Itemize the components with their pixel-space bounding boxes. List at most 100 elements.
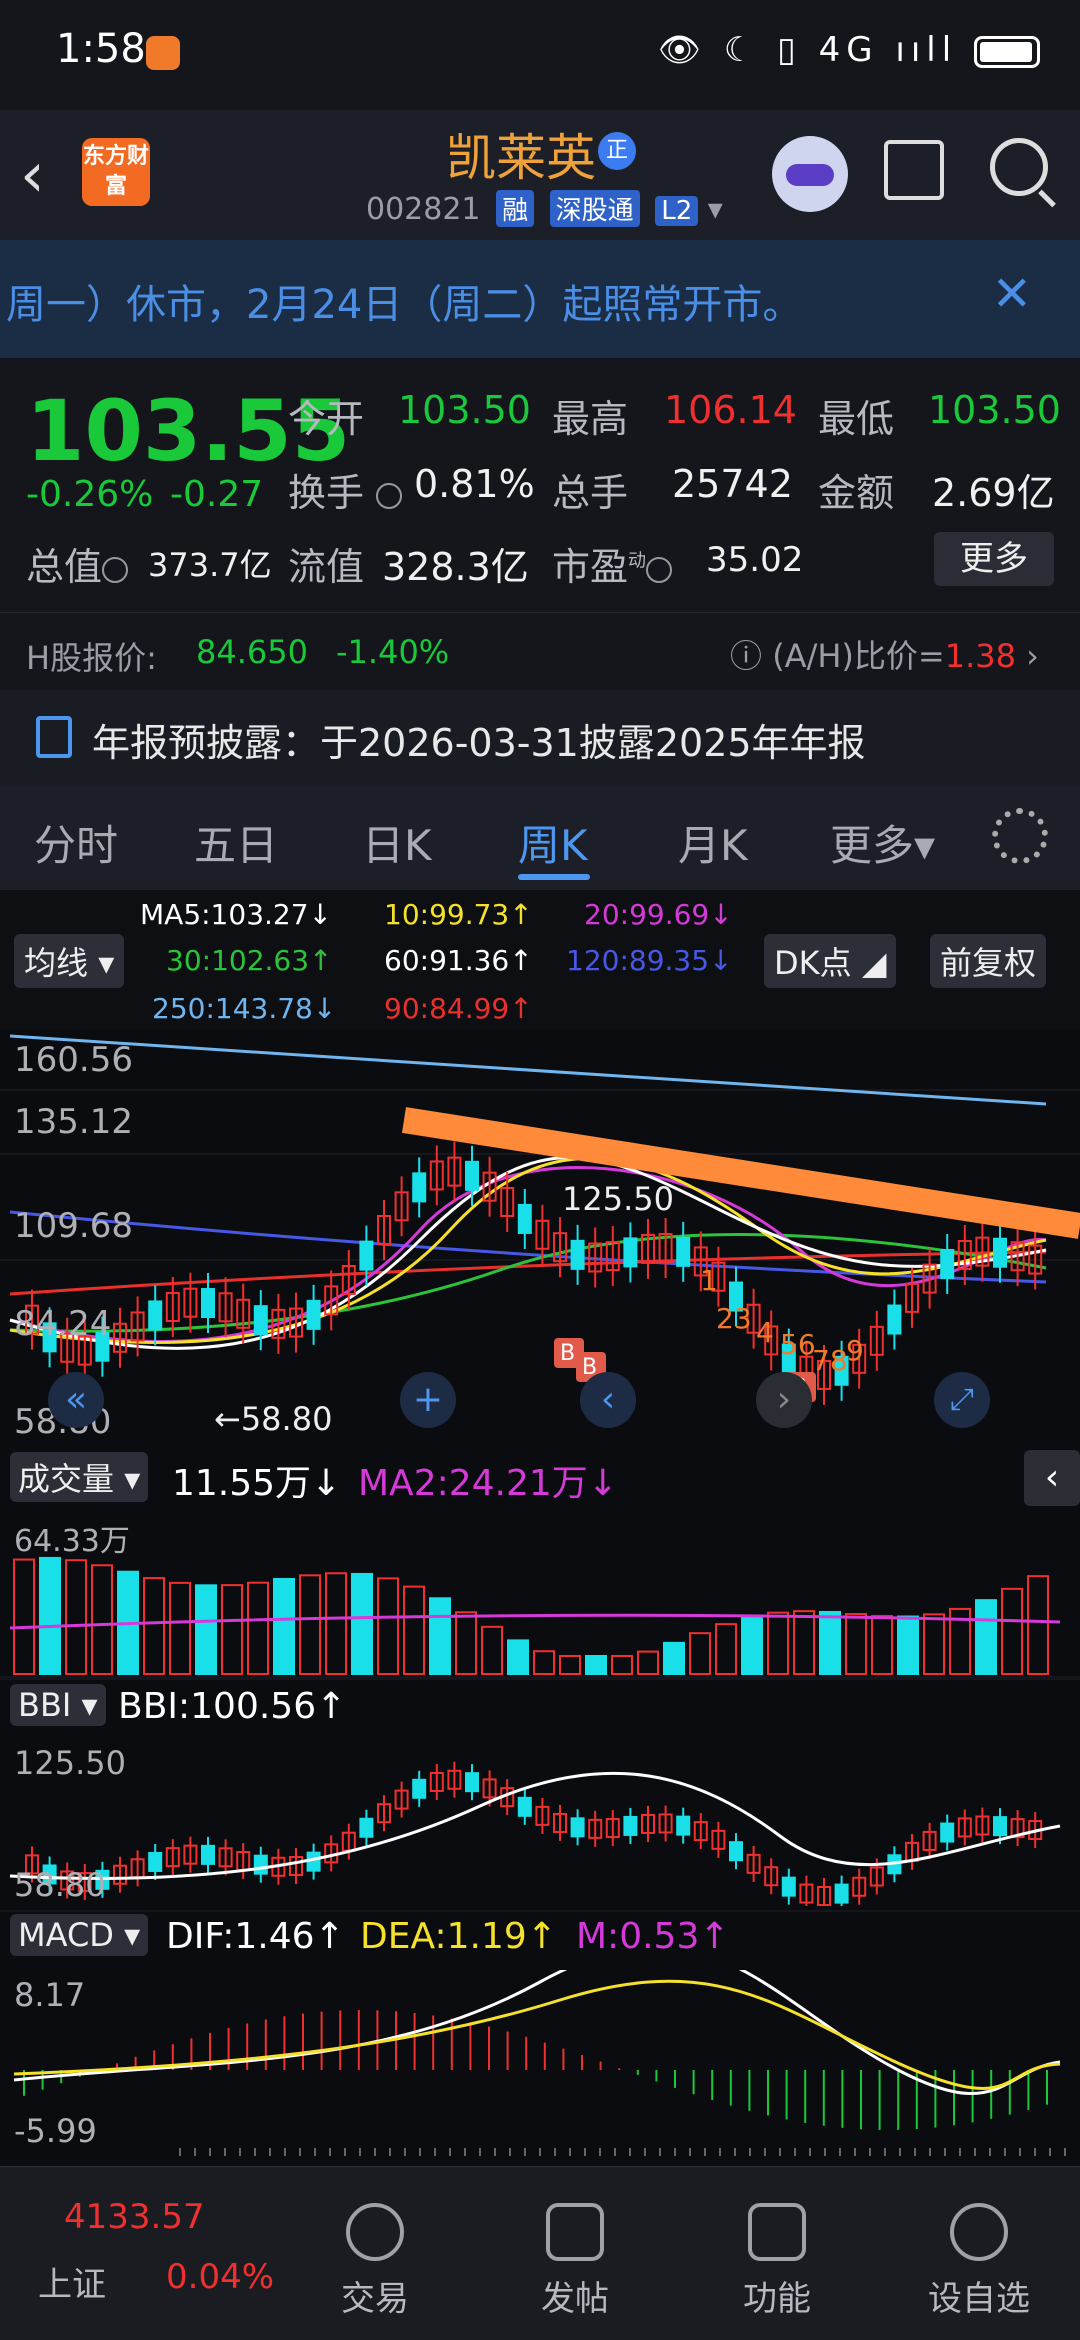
volume-bar [611, 1655, 633, 1675]
next-icon[interactable]: › [756, 1372, 812, 1428]
close-icon[interactable]: ✕ [992, 266, 1032, 322]
kline-chart[interactable]: 123456789BBB 160.56 135.12 109.68 84.24 … [0, 1030, 1080, 1450]
volume-bar [403, 1585, 425, 1675]
volume-bar [715, 1623, 737, 1676]
bottom-nav: 4133.57 上证 0.04% 交易 发帖 功能 设自选 [0, 2166, 1080, 2340]
dk-point-label: DK点 [774, 944, 852, 982]
label-turnover-text: 换手 [288, 471, 365, 515]
zheng-badge[interactable]: 正 [598, 132, 636, 170]
volume-bar [1027, 1575, 1049, 1675]
tag-margin: 融 [496, 190, 535, 227]
forward-adjust-button[interactable]: 前复权 [930, 934, 1047, 988]
volume-indicator-button[interactable]: 成交量 ▾ [10, 1452, 149, 1502]
ma30-value: 30:102.63↑ [166, 944, 333, 977]
prev-icon[interactable]: ‹ [580, 1372, 636, 1428]
volume-bar [377, 1577, 399, 1675]
tab-more[interactable]: 更多▾ [830, 812, 935, 873]
value-market-cap: 373.7亿 [148, 546, 272, 584]
h-share-pct: -1.40% [336, 633, 450, 671]
macd-indicator-button[interactable]: MACD ▾ [10, 1914, 149, 1956]
tab-five-day[interactable]: 五日 [194, 812, 278, 873]
app-logo[interactable]: 东方财富 [82, 138, 150, 206]
value-volume: 25742 [672, 462, 793, 506]
chevron-right-icon: › [1026, 637, 1039, 675]
tab-monthly-k[interactable]: 月K [678, 812, 748, 873]
info-icon[interactable] [376, 482, 403, 509]
scroll-left-icon[interactable]: « [48, 1372, 104, 1428]
nav-watchlist[interactable]: 设自选 [904, 2203, 1054, 2320]
bbi-indicator-button[interactable]: BBI ▾ [10, 1684, 106, 1726]
fullscreen-icon[interactable]: ⤢ [934, 1372, 990, 1428]
help-icon[interactable]: ⓘ [730, 637, 762, 675]
info-icon[interactable] [102, 556, 129, 583]
ma5-value: MA5:103.27↓ [140, 898, 332, 931]
collapse-panel-icon[interactable]: ‹ [1024, 1450, 1080, 1506]
tab-weekly-k[interactable]: 周K [518, 812, 588, 873]
label-high: 最高 [552, 397, 629, 441]
bbi-panel[interactable]: BBI ▾ BBI:100.56↑ 125.50 58.80 [0, 1680, 1080, 1910]
volume-bar [273, 1577, 295, 1675]
annual-report-notice[interactable]: 年报预披露：于2026-03-31披露2025年年报 [0, 690, 1080, 786]
ma-selector-button[interactable]: 均线 ▾ [14, 934, 125, 988]
market-notice-banner: 周一）休市，2月24日（周二）起照常开市。 ✕ [0, 240, 1080, 358]
price-axis-label: 109.68 [14, 1206, 133, 1246]
label-turnover: 换手 [288, 462, 403, 517]
volume-panel[interactable]: 成交量 ▾ 11.55万↓ MA2:24.21万↓ ‹ 64.33万 [0, 1450, 1080, 1676]
value-pe: 35.02 [706, 540, 804, 580]
label-pe-text: 市盈 [552, 545, 629, 589]
info-icon[interactable] [646, 556, 673, 583]
bbi-candle-body [940, 1822, 955, 1843]
dk-point-button[interactable]: DK点 ◢ [764, 934, 897, 988]
value-high: 106.14 [664, 388, 797, 432]
back-button[interactable]: ‹ [20, 138, 45, 211]
nav-functions[interactable]: 功能 [702, 2203, 852, 2320]
edit-icon [546, 2203, 604, 2261]
nav-post-label: 发帖 [541, 2279, 609, 2319]
nav-watchlist-label: 设自选 [928, 2279, 1030, 2319]
index-value[interactable]: 4133.57 [64, 2197, 205, 2237]
nav-trade[interactable]: 交易 [300, 2203, 450, 2320]
volume-bar [195, 1584, 217, 1675]
notification-icon [146, 36, 180, 70]
nav-post[interactable]: 发帖 [500, 2203, 650, 2320]
bbi-value: BBI:100.56↑ [118, 1686, 347, 1727]
kline-svg: 123456789BBB [0, 1034, 1080, 1405]
volume-bar [455, 1611, 477, 1675]
chevron-down-icon: ▾ [707, 192, 723, 227]
bbi-candle-body [781, 1876, 796, 1897]
value-low: 103.50 [928, 388, 1061, 432]
more-quote-button[interactable]: 更多 [934, 532, 1054, 586]
tag-connect: 深股通 [549, 190, 640, 227]
volume-ma2: MA2:24.21万↓ [358, 1463, 618, 1504]
volume-bar [169, 1581, 191, 1675]
volume-bar [923, 1613, 945, 1675]
index-name[interactable]: 上证 [38, 2257, 106, 2306]
tab-daily-k[interactable]: 日K [362, 812, 432, 873]
volume-bar [689, 1632, 711, 1675]
crosshair-icon[interactable]: + [400, 1372, 456, 1428]
candle-body [201, 1288, 215, 1319]
assistant-robot-icon[interactable] [772, 136, 848, 212]
macd-dif: DIF:1.46↑ [166, 1916, 345, 1957]
tab-intraday[interactable]: 分时 [34, 812, 118, 873]
candle-body [517, 1203, 532, 1234]
h-share-row[interactable]: H股报价: 84.650 -1.40% ⓘ (A/H)比价=1.38 › [0, 612, 1080, 688]
candle-body [623, 1237, 638, 1268]
macd-panel[interactable]: MACD ▾ DIF:1.46↑ DEA:1.19↑ M:0.53↑ 8.17 … [0, 1912, 1080, 2166]
candle-body [887, 1304, 902, 1335]
bbi-candle-body [412, 1778, 427, 1799]
search-icon[interactable] [990, 138, 1048, 196]
candle-body [940, 1248, 955, 1279]
bbi-candle-body [623, 1815, 638, 1836]
gear-icon[interactable] [992, 808, 1048, 864]
ma60-value: 60:91.36↑ [384, 944, 533, 977]
index-pct[interactable]: 0.04% [166, 2257, 274, 2297]
share-icon[interactable] [884, 140, 944, 200]
buy-marker: B [560, 1341, 575, 1366]
stock-code-line[interactable]: 002821 融 深股通 L2 ▾ [366, 190, 723, 227]
volume-bar [247, 1581, 269, 1675]
ma10-value: 10:99.73↑ [384, 898, 533, 931]
signal-marker: 4 [756, 1316, 774, 1349]
bbi-axis-bottom: 58.80 [14, 1866, 106, 1904]
volume-bar [741, 1616, 763, 1675]
